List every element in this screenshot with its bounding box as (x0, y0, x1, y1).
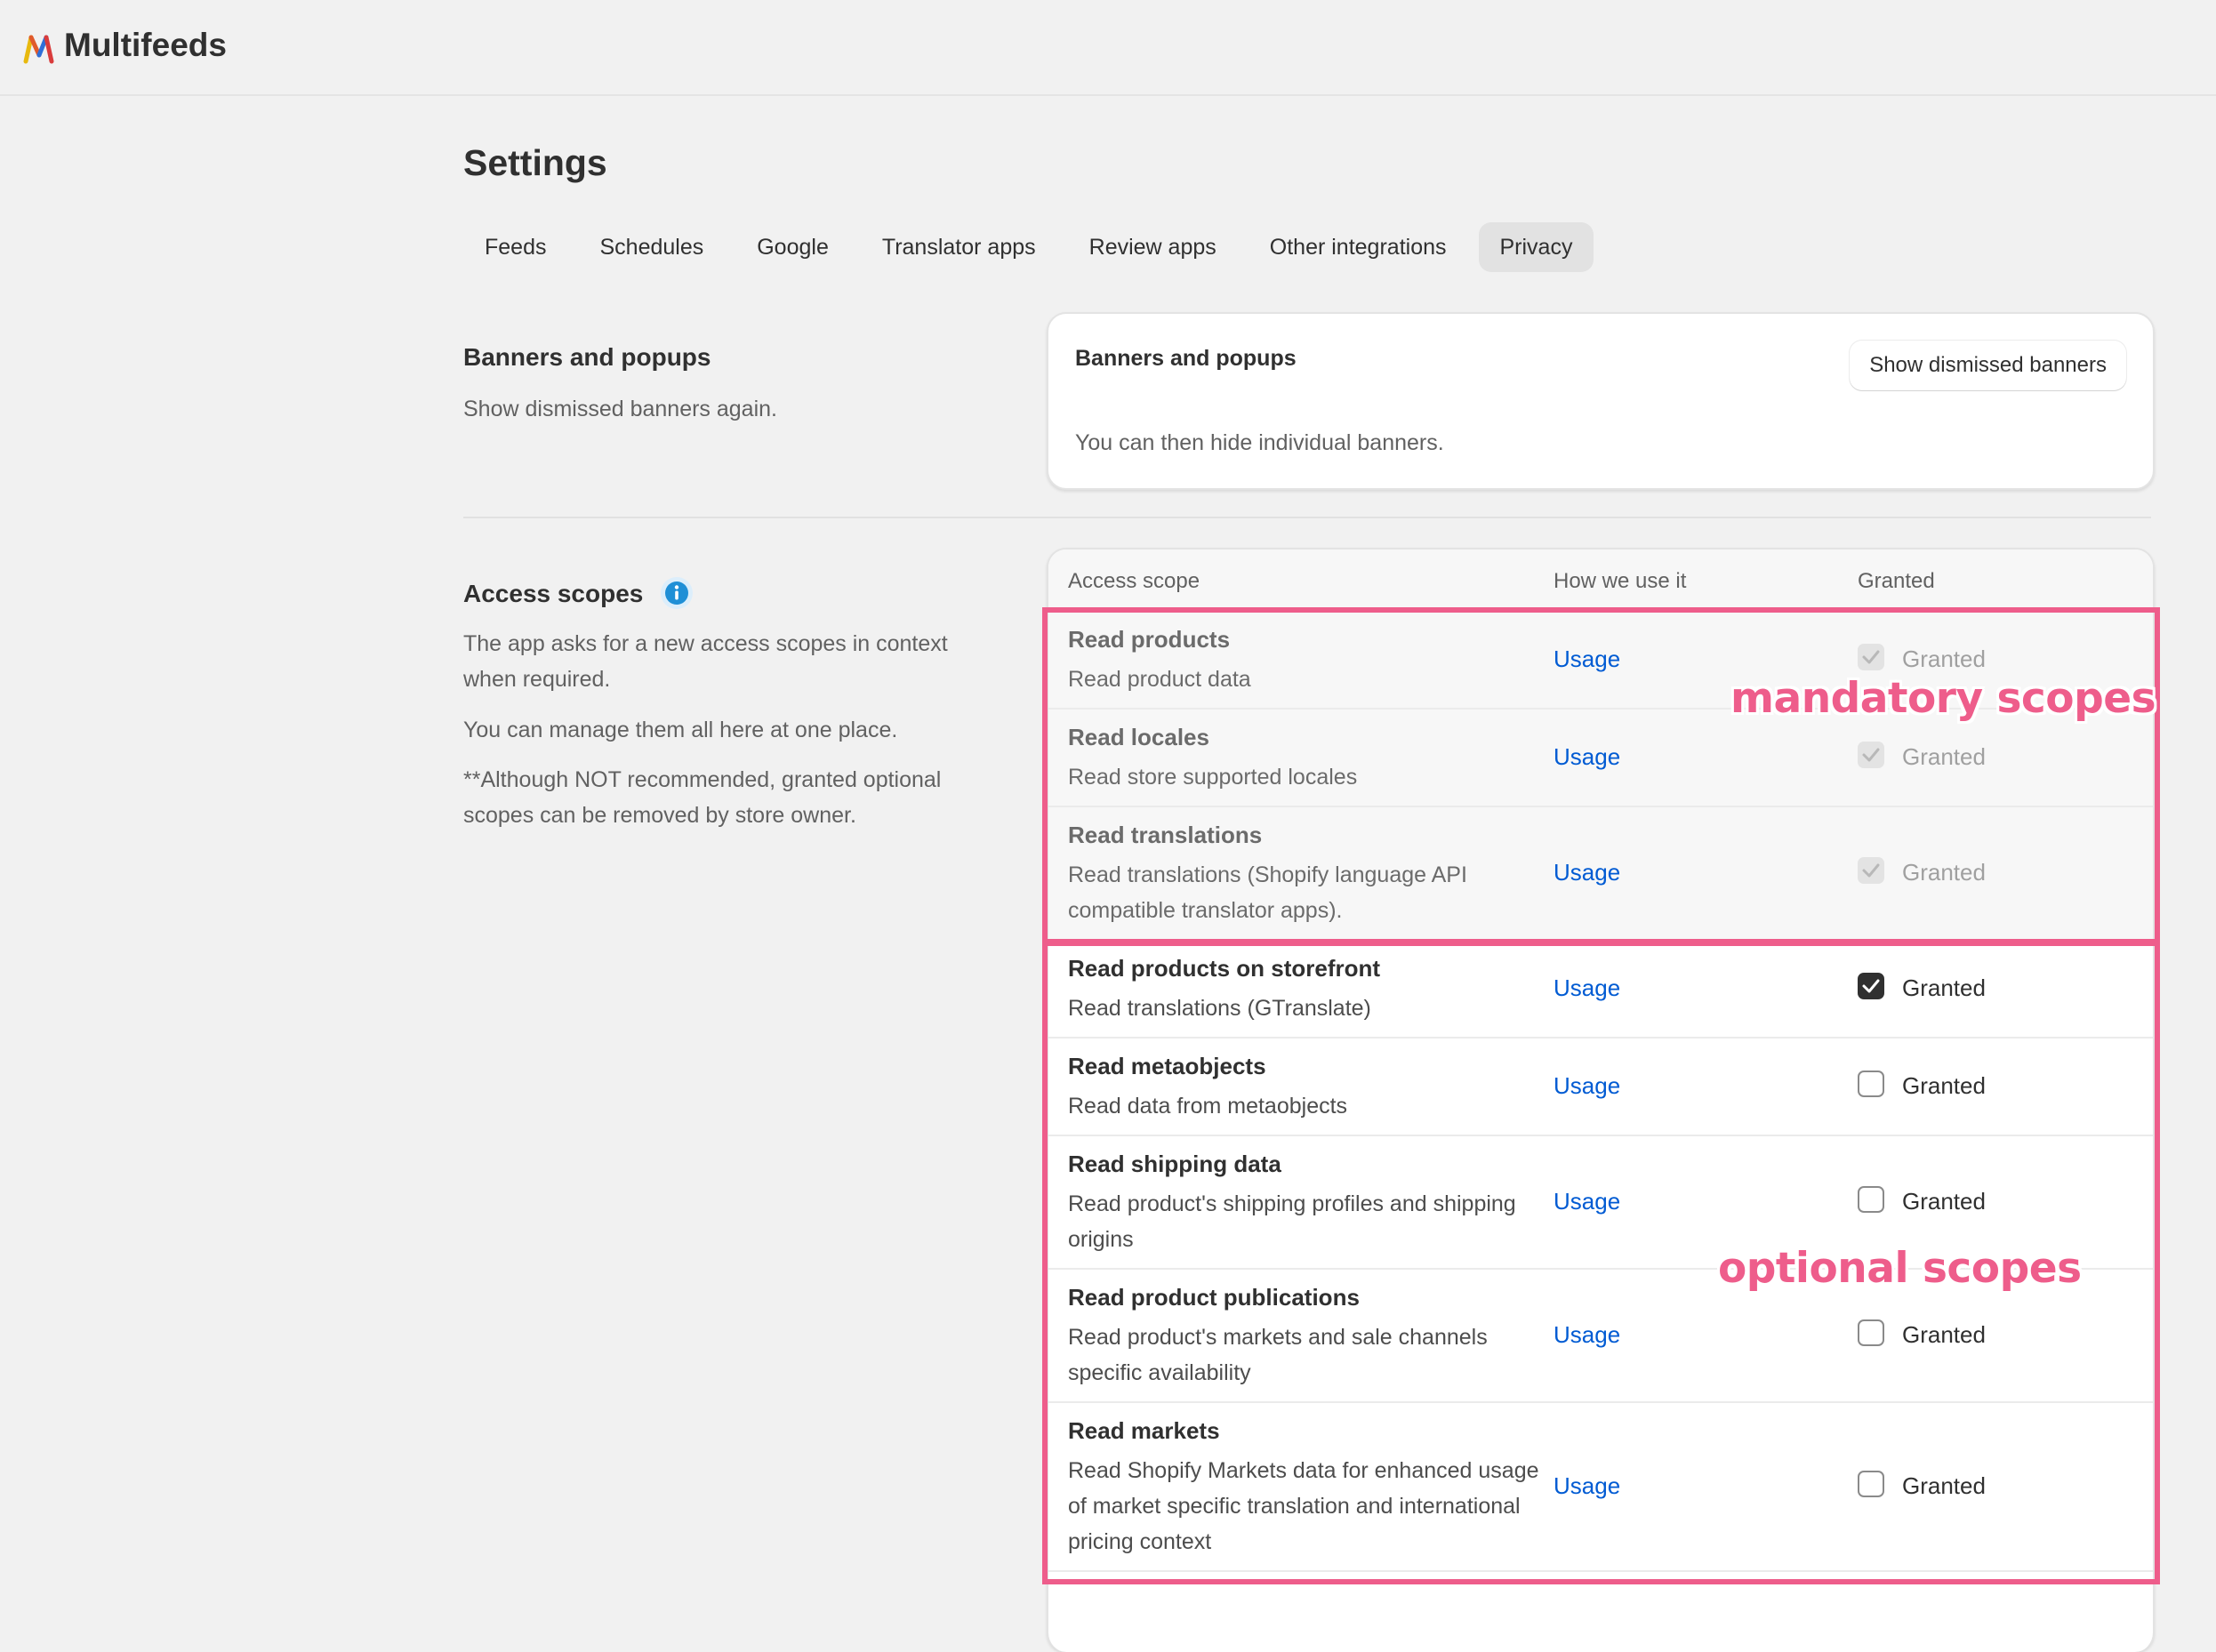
column-header-scope: Access scope (1068, 569, 1200, 593)
multifeeds-logo-icon (23, 35, 54, 64)
banners-card: Banners and popups Show dismissed banner… (1047, 312, 2155, 490)
access-scopes-title: Access scopes (463, 580, 644, 607)
banners-section-text: Show dismissed banners again. (463, 397, 777, 421)
mandatory-scopes-annotation: mandatory scopes (1730, 674, 2156, 723)
settings-tabs: Feeds Schedules Google Translator apps R… (463, 222, 1594, 272)
access-scopes-para-1: The app asks for a new access scopes in … (463, 631, 948, 692)
tab-schedules[interactable]: Schedules (578, 222, 725, 272)
tab-feeds[interactable]: Feeds (463, 222, 567, 272)
access-scopes-para-3: **Although NOT recommended, granted opti… (463, 767, 942, 828)
mandatory-scopes-highlight (1042, 607, 2160, 944)
tab-review-apps[interactable]: Review apps (1068, 222, 1238, 272)
info-icon[interactable] (660, 576, 694, 610)
section-divider (463, 517, 2151, 518)
top-bar (0, 0, 2216, 96)
column-header-use: How we use it (1554, 569, 1687, 593)
page-title: Settings (463, 142, 607, 183)
tab-translator-apps[interactable]: Translator apps (861, 222, 1057, 272)
tab-google[interactable]: Google (735, 222, 850, 272)
tab-privacy[interactable]: Privacy (1478, 222, 1594, 272)
column-header-granted: Granted (1858, 569, 1935, 593)
app-name: Multifeeds (64, 27, 227, 63)
optional-scopes-annotation: optional scopes (1718, 1244, 2082, 1293)
banners-card-title: Banners and popups (1075, 346, 1297, 371)
banners-card-text: You can then hide individual banners. (1075, 430, 1444, 455)
tab-other-integrations[interactable]: Other integrations (1249, 222, 1468, 272)
show-dismissed-banners-button[interactable]: Show dismissed banners (1850, 341, 2126, 390)
table-header: Access scope How we use it Granted (1048, 549, 2153, 612)
access-scopes-para-2: You can manage them all here at one plac… (463, 718, 898, 742)
banners-section-title: Banners and popups (463, 343, 711, 371)
